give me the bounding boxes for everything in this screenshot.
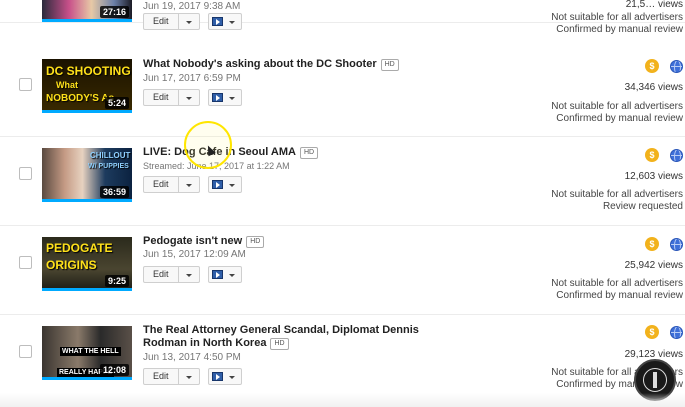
chevron-down-icon — [185, 21, 192, 24]
bottom-fade — [0, 393, 685, 407]
review-status: Confirmed by manual review — [556, 290, 683, 301]
video-title[interactable]: The Real Attorney General Scandal, Diplo… — [143, 324, 419, 337]
video-thumbnail[interactable]: CHILLOUT W/ PUPPIES 36:59 — [42, 148, 132, 202]
video-thumbnail[interactable]: 27:16 — [42, 0, 132, 22]
chevron-down-icon — [228, 184, 235, 187]
promote-icon — [211, 93, 223, 102]
select-checkbox[interactable] — [19, 78, 32, 91]
chevron-down-icon — [185, 97, 192, 100]
edit-dropdown-button[interactable] — [178, 266, 200, 283]
video-thumbnail[interactable]: DC SHOOTING What NOBODY'S As 5:24 — [42, 59, 132, 113]
dollar-coin-icon[interactable]: $ — [645, 148, 659, 162]
hd-badge: HD — [270, 338, 289, 350]
edit-dropdown-button[interactable] — [178, 176, 200, 193]
edit-dropdown-button[interactable] — [178, 13, 200, 30]
review-status: Review requested — [602, 201, 683, 212]
promote-icon — [211, 270, 223, 279]
promote-button[interactable] — [207, 266, 242, 283]
monetization-status: Not suitable for all advertisers — [551, 189, 683, 200]
video-duration: 36:59 — [99, 186, 129, 198]
monetization-status: Not suitable for all advertisers — [551, 12, 683, 23]
hd-badge: HD — [246, 236, 265, 248]
promote-button[interactable] — [207, 13, 242, 30]
select-checkbox[interactable] — [19, 167, 32, 180]
chevron-down-icon — [228, 274, 235, 277]
globe-icon[interactable] — [670, 326, 683, 339]
globe-icon[interactable] — [670, 238, 683, 251]
video-actions: Edit — [143, 176, 242, 193]
video-list: 27:16 Jun 19, 2017 9:38 AM Edit 21,5… vi… — [0, 0, 685, 407]
view-count: 34,346 views — [624, 82, 683, 93]
promote-icon — [211, 17, 223, 26]
promote-button[interactable] — [207, 89, 242, 106]
edit-button[interactable]: Edit — [143, 89, 179, 106]
video-date: Jun 17, 2017 6:59 PM — [143, 73, 241, 84]
video-title[interactable]: What Nobody's asking about the DC Shoote… — [143, 58, 399, 71]
promote-button[interactable] — [207, 368, 242, 385]
video-duration: 27:16 — [99, 6, 129, 18]
chevron-down-icon — [228, 376, 235, 379]
thumbnail-text: CHILLOUT — [90, 151, 131, 160]
thumbnail-text: ORIGINS — [46, 258, 97, 272]
edit-button[interactable]: Edit — [143, 13, 179, 30]
thumbnail-text: W/ PUPPIES — [88, 163, 129, 170]
video-duration: 9:25 — [104, 275, 129, 287]
video-actions: Edit — [143, 266, 242, 283]
edit-dropdown-button[interactable] — [178, 89, 200, 106]
video-row: PEDOGATE ORIGINS 9:25 Pedogate isn't new… — [0, 226, 685, 315]
review-status: Confirmed by manual review — [556, 24, 683, 35]
select-checkbox[interactable] — [19, 256, 32, 269]
promote-button[interactable] — [207, 176, 242, 193]
video-thumbnail[interactable]: PEDOGATE ORIGINS 9:25 — [42, 237, 132, 291]
view-count: 12,603 views — [624, 171, 683, 182]
view-count: 21,5… views — [625, 0, 683, 10]
review-status: Confirmed by manual review — [556, 113, 683, 124]
chevron-down-icon — [185, 376, 192, 379]
edit-button[interactable]: Edit — [143, 368, 179, 385]
chevron-down-icon — [185, 274, 192, 277]
hd-badge: HD — [300, 147, 319, 159]
video-title[interactable]: Pedogate isn't new HD — [143, 235, 265, 248]
view-count: 25,942 views — [624, 260, 683, 271]
chevron-down-icon — [228, 97, 235, 100]
video-date: Jun 15, 2017 12:09 AM — [143, 249, 246, 260]
video-duration: 5:24 — [104, 97, 129, 109]
dollar-coin-icon[interactable]: $ — [645, 59, 659, 73]
video-title-continued[interactable]: Rodman in North Korea HD — [143, 337, 289, 350]
thumbnail-text: DC SHOOTING — [46, 64, 131, 78]
video-thumbnail[interactable]: WHAT THE HELL REALLY HAPPE 12:08 — [42, 326, 132, 380]
chevron-down-icon — [228, 21, 235, 24]
hd-badge: HD — [380, 59, 399, 71]
edit-dropdown-button[interactable] — [178, 368, 200, 385]
dollar-coin-icon[interactable]: $ — [645, 325, 659, 339]
thumbnail-text: PEDOGATE — [46, 241, 113, 255]
globe-icon[interactable] — [670, 149, 683, 162]
video-date: Jun 13, 2017 4:50 PM — [143, 352, 241, 363]
thumbnail-text: NOBODY'S As — [46, 93, 115, 104]
thumbnail-text: What — [56, 80, 78, 90]
globe-icon[interactable] — [670, 60, 683, 73]
video-row: CHILLOUT W/ PUPPIES 36:59 LIVE: Dog Cafe… — [0, 137, 685, 226]
promote-icon — [211, 180, 223, 189]
select-checkbox[interactable] — [19, 345, 32, 358]
thumbnail-text: WHAT THE HELL — [60, 347, 121, 356]
dollar-coin-icon[interactable]: $ — [645, 237, 659, 251]
promote-icon — [211, 372, 223, 381]
monetization-status: Not suitable for all advertisers — [551, 101, 683, 112]
video-row: 27:16 Jun 19, 2017 9:38 AM Edit 21,5… vi… — [0, 0, 685, 35]
video-actions: Edit — [143, 368, 242, 385]
video-row: DC SHOOTING What NOBODY'S As 5:24 What N… — [0, 48, 685, 137]
video-actions: Edit — [143, 13, 242, 30]
video-date: Jun 19, 2017 9:38 AM — [143, 1, 241, 12]
video-duration: 12:08 — [99, 364, 129, 376]
edit-button[interactable]: Edit — [143, 266, 179, 283]
chevron-down-icon — [185, 184, 192, 187]
video-actions: Edit — [143, 89, 242, 106]
monetization-status: Not suitable for all advertisers — [551, 278, 683, 289]
edit-button[interactable]: Edit — [143, 176, 179, 193]
